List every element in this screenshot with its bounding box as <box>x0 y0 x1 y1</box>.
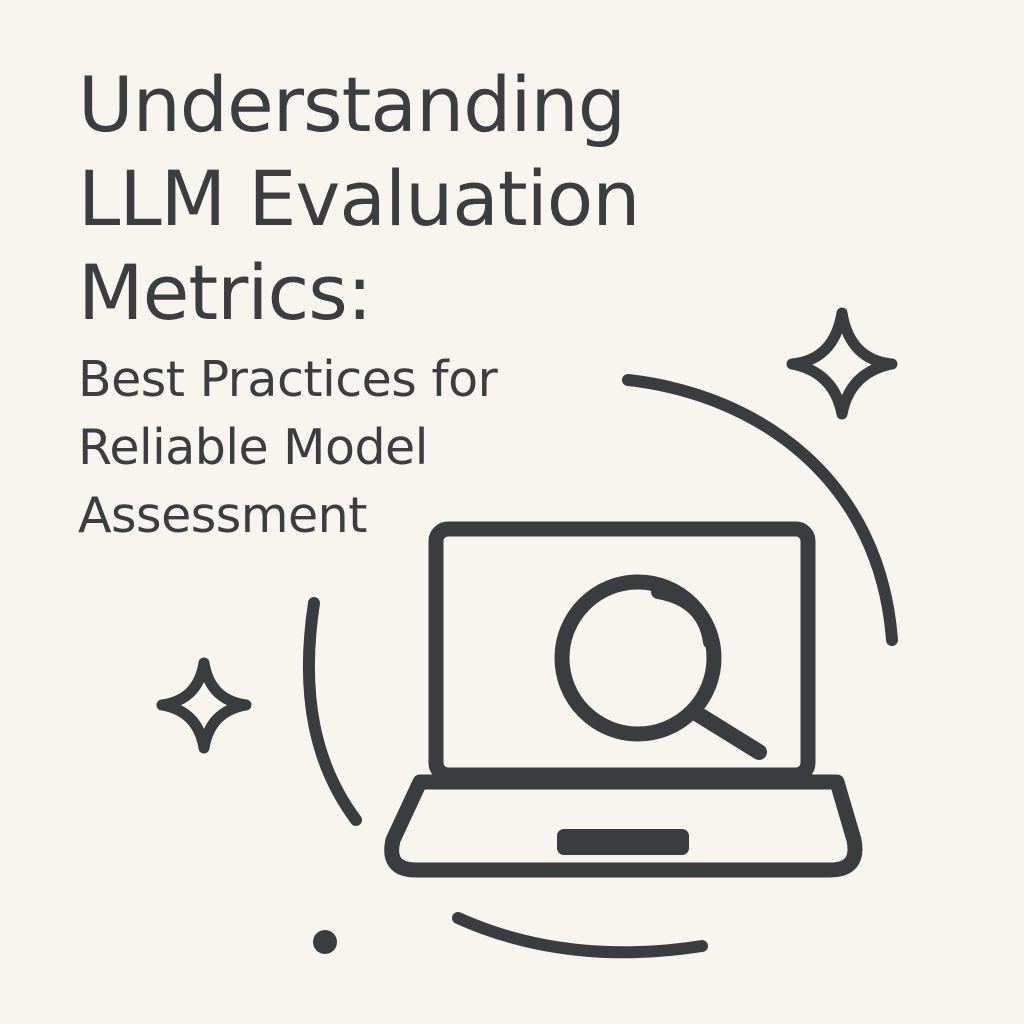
sparkle-icon-large <box>786 307 898 420</box>
illustration <box>156 307 898 959</box>
laptop-trackpad <box>557 829 689 855</box>
sparkle-icon-small <box>156 657 252 754</box>
magnifying-glass-icon <box>554 574 767 760</box>
page: Understanding LLM Evaluation Metrics: Be… <box>0 0 1024 1024</box>
laptop-base <box>384 774 863 878</box>
magnifier-handle <box>688 705 767 760</box>
orbit-arc-bottom <box>452 912 708 959</box>
decorative-dot <box>313 930 337 954</box>
orbit-arc-left <box>302 597 362 826</box>
magnifier-glare <box>651 585 717 649</box>
